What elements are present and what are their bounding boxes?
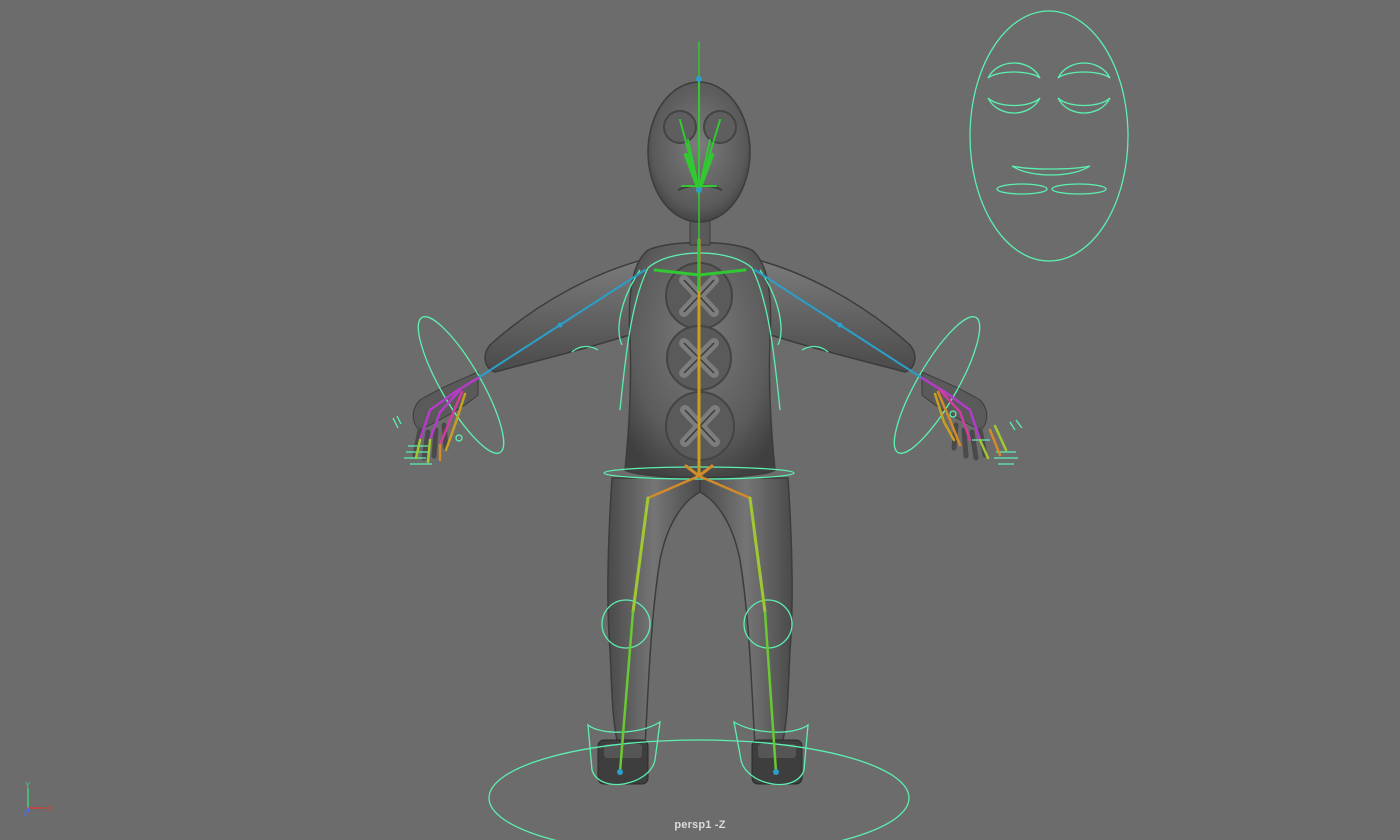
left-brow-control[interactable] [987, 62, 1041, 79]
left-arm-mesh[interactable] [484, 257, 651, 373]
left-eyelid-control[interactable] [987, 97, 1041, 114]
upper-lip-control[interactable] [1011, 165, 1091, 176]
right-brow-control[interactable] [1057, 62, 1111, 79]
face-control-panel[interactable] [969, 10, 1129, 262]
z-axis-label: Z [23, 811, 28, 818]
lower-lip-right-control[interactable] [1051, 183, 1107, 195]
left-leg-mesh[interactable] [607, 477, 701, 746]
lower-lip-left-control[interactable] [996, 183, 1048, 195]
left-elbow-joint[interactable] [557, 322, 563, 328]
right-leg-mesh[interactable] [699, 477, 793, 746]
y-axis-label: Y [25, 782, 31, 790]
face-panel-outline[interactable] [969, 10, 1129, 262]
right-eye-socket [703, 110, 737, 144]
jaw-joint[interactable] [696, 187, 702, 193]
left-ankle-joint[interactable] [617, 769, 623, 775]
maya-viewport[interactable]: X Y Z persp1 -Z [0, 0, 1400, 840]
axis-gizmo: X Y Z [23, 782, 52, 818]
camera-name-label: persp1 -Z [674, 819, 726, 831]
left-eye-socket [663, 110, 697, 144]
x-axis-label: X [46, 804, 52, 813]
head-joint[interactable] [696, 76, 702, 82]
right-ankle-joint[interactable] [773, 769, 779, 775]
right-eyelid-control[interactable] [1057, 97, 1111, 114]
scene-canvas[interactable] [0, 0, 1400, 840]
right-arm-mesh[interactable] [749, 257, 916, 373]
right-elbow-joint[interactable] [837, 322, 843, 328]
